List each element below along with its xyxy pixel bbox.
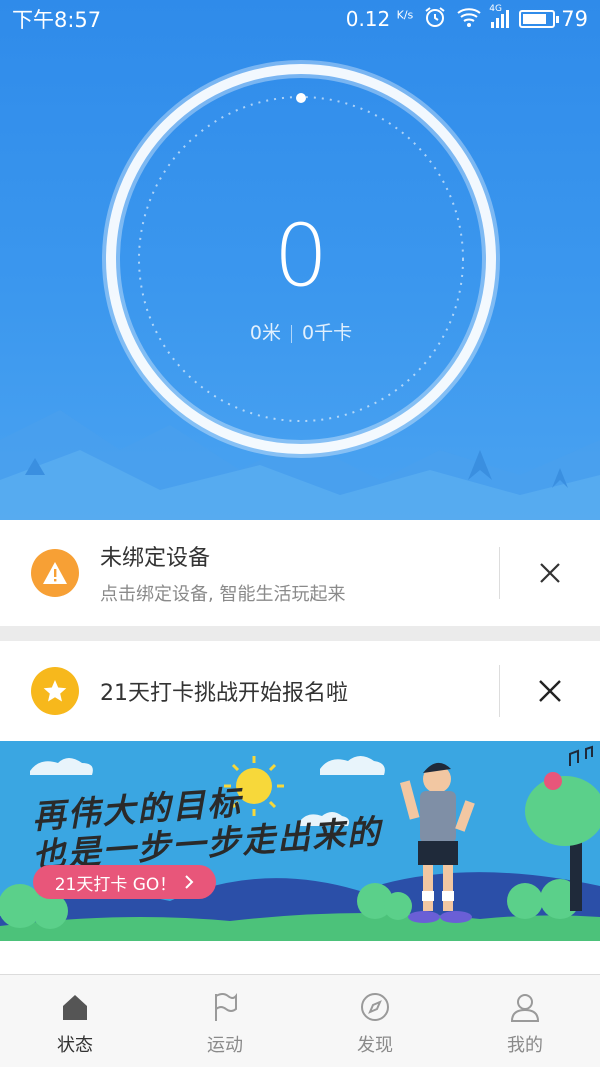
challenge-title: 21天打卡挑战开始报名啦	[100, 681, 348, 706]
step-count: 0	[273, 206, 329, 306]
activity-summary: 0米 0千卡	[100, 318, 502, 345]
battery-indicator: 79	[519, 7, 588, 31]
home-icon	[63, 995, 87, 1020]
summary-divider	[291, 324, 292, 343]
notice-title: 未绑定设备	[100, 546, 211, 571]
warning-icon	[31, 549, 79, 597]
bind-device-card[interactable]: 未绑定设备 点击绑定设备, 智能生活玩起来	[0, 520, 600, 626]
dismiss-challenge-notice-button[interactable]	[500, 641, 600, 741]
tab-label: 运动	[207, 1035, 243, 1056]
content-spacer	[0, 941, 600, 974]
tab-label: 发现	[357, 1035, 393, 1056]
battery-level: 79	[561, 7, 588, 31]
tab-profile[interactable]: 我的	[450, 975, 600, 1067]
tab-label: 状态	[57, 1035, 93, 1056]
status-bar: 下午8:57 0.12 K/s 4G 79	[0, 0, 600, 38]
wifi-icon	[457, 6, 481, 33]
calories-value: 0千卡	[302, 322, 353, 344]
status-time: 下午8:57	[12, 8, 102, 32]
battery-icon	[519, 10, 560, 28]
alarm-icon	[423, 5, 447, 34]
compass-icon	[361, 993, 389, 1021]
network-speed: 0.12 K/s	[345, 7, 414, 31]
challenge-go-button[interactable]: 21天打卡 GO！	[33, 865, 216, 899]
step-ring[interactable]: 0 0米 0千卡	[100, 58, 502, 460]
tab-discover[interactable]: 发现	[300, 975, 450, 1067]
cta-label: 21天打卡 GO！	[54, 874, 177, 895]
chevron-right-icon	[185, 875, 194, 889]
flag-icon	[215, 993, 237, 1021]
challenge-card[interactable]: 21天打卡挑战开始报名啦	[0, 641, 600, 741]
tab-status[interactable]: 状态	[0, 975, 150, 1067]
signal-icon: 4G	[489, 4, 510, 28]
tab-label: 我的	[507, 1035, 543, 1056]
user-icon	[510, 994, 540, 1022]
activity-hero: 下午8:57 0.12 K/s 4G 79 0 0米 0千卡	[0, 0, 600, 520]
bottom-tab-bar: 状态 运动 发现 我的	[0, 974, 600, 1067]
notice-description: 点击绑定设备, 智能生活玩起来	[100, 584, 346, 605]
close-icon	[539, 680, 561, 702]
star-icon	[31, 667, 79, 715]
close-icon	[540, 563, 560, 583]
tab-exercise[interactable]: 运动	[150, 975, 300, 1067]
distance-value: 0米	[249, 322, 281, 344]
dismiss-device-notice-button[interactable]	[500, 520, 600, 626]
